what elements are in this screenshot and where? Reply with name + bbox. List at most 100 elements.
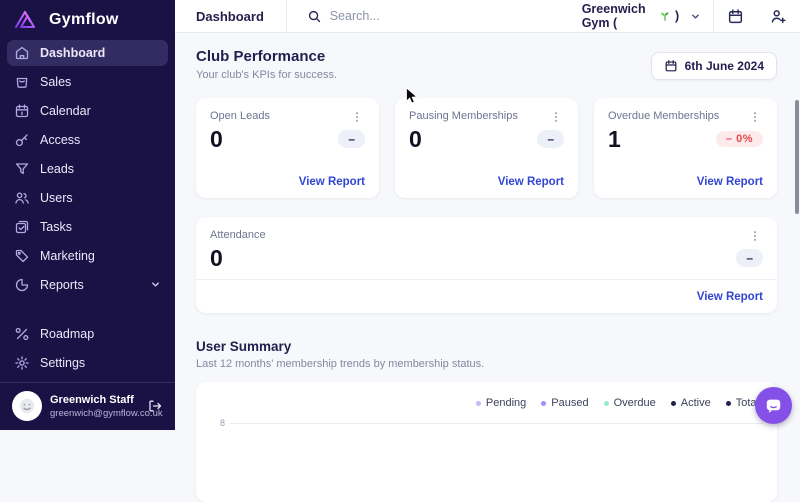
kpi-delta-badge: – bbox=[338, 130, 365, 148]
kpi-delta-badge: – bbox=[537, 130, 564, 148]
user-name: Greenwich Staff bbox=[50, 394, 139, 406]
kebab-menu-icon[interactable] bbox=[548, 110, 564, 124]
sidebar-item-calendar[interactable]: Calendar bbox=[0, 96, 175, 125]
kpi-value: 0 bbox=[210, 127, 223, 151]
add-user-button[interactable] bbox=[757, 8, 800, 25]
sidebar-item-label: Tasks bbox=[40, 220, 72, 234]
search-bar[interactable] bbox=[287, 9, 570, 24]
sidebar-item-settings[interactable]: Settings bbox=[0, 348, 175, 377]
legend-dot bbox=[671, 401, 676, 406]
kpi-value: 0 bbox=[210, 246, 223, 270]
user-summary-subtitle: Last 12 months' membership trends by mem… bbox=[196, 358, 777, 370]
user-account-box[interactable]: Greenwich Staff greenwich@gymflow.co.uk bbox=[0, 382, 175, 430]
legend-dot bbox=[726, 401, 731, 406]
nav-spacer bbox=[0, 299, 175, 319]
sidebar-item-reports[interactable]: Reports bbox=[0, 270, 175, 299]
view-report-link[interactable]: View Report bbox=[498, 176, 564, 188]
legend-item-active[interactable]: Active bbox=[671, 397, 711, 409]
date-picker-button[interactable]: 6th June 2024 bbox=[651, 52, 777, 80]
gymflow-logo-icon bbox=[14, 9, 40, 30]
kpi-title: Attendance bbox=[210, 229, 266, 241]
view-report-link[interactable]: View Report bbox=[299, 176, 365, 188]
kpi-delta-badge: – bbox=[736, 249, 763, 267]
avatar bbox=[12, 391, 42, 421]
kpi-card-open-leads: Open Leads 0 – View Report bbox=[196, 98, 379, 198]
gym-selector-label: Greenwich Gym ( bbox=[582, 2, 655, 30]
chat-widget-button[interactable] bbox=[755, 387, 792, 424]
key-icon bbox=[14, 132, 30, 148]
sidebar: Gymflow Dashboard Sales Calendar Access bbox=[0, 0, 175, 430]
sidebar-item-label: Access bbox=[40, 133, 80, 147]
kpi-value: 1 bbox=[608, 127, 621, 151]
legend-dot bbox=[541, 401, 546, 406]
tasks-icon bbox=[14, 219, 30, 235]
tag-icon bbox=[14, 248, 30, 264]
chart-gridline bbox=[230, 423, 763, 424]
view-report-link[interactable]: View Report bbox=[697, 176, 763, 188]
page-title: Dashboard bbox=[175, 9, 286, 24]
sidebar-item-tasks[interactable]: Tasks bbox=[0, 212, 175, 241]
legend-dot bbox=[604, 401, 609, 406]
sidebar-item-label: Settings bbox=[40, 356, 85, 370]
search-input[interactable] bbox=[330, 9, 570, 23]
date-picker-label: 6th June 2024 bbox=[685, 59, 764, 73]
kpi-title: Open Leads bbox=[210, 110, 270, 122]
view-report-link[interactable]: View Report bbox=[697, 291, 763, 303]
search-icon bbox=[307, 9, 322, 24]
user-summary-title: User Summary bbox=[196, 339, 777, 354]
main-content: Club Performance Your club's KPIs for su… bbox=[175, 34, 800, 430]
legend-item-paused[interactable]: Paused bbox=[541, 397, 588, 409]
sidebar-item-sales[interactable]: Sales bbox=[0, 67, 175, 96]
gear-icon bbox=[14, 355, 30, 371]
legend-dot bbox=[476, 401, 481, 406]
kpi-card-overdue-memberships: Overdue Memberships 1 – 0% View Report bbox=[594, 98, 777, 198]
gym-selector-label-suffix: ) bbox=[675, 9, 679, 23]
sidebar-item-label: Calendar bbox=[40, 104, 91, 118]
kpi-card-attendance: Attendance 0 – View Report bbox=[196, 217, 777, 313]
card-divider bbox=[196, 279, 777, 280]
legend-item-overdue[interactable]: Overdue bbox=[604, 397, 656, 409]
kpi-card-pausing-memberships: Pausing Memberships 0 – View Report bbox=[395, 98, 578, 198]
brand-header: Gymflow bbox=[0, 0, 175, 36]
gym-selector[interactable]: Greenwich Gym ( ) bbox=[570, 2, 713, 30]
chart-y-axis: 8 bbox=[196, 418, 777, 428]
calendar-button[interactable] bbox=[714, 8, 757, 25]
sidebar-item-users[interactable]: Users bbox=[0, 183, 175, 212]
topbar: Dashboard Greenwich Gym ( ) bbox=[175, 0, 800, 33]
sidebar-item-dashboard[interactable]: Dashboard bbox=[7, 40, 168, 66]
sidebar-item-marketing[interactable]: Marketing bbox=[0, 241, 175, 270]
logout-icon[interactable] bbox=[147, 398, 163, 414]
sidebar-nav: Dashboard Sales Calendar Access Leads bbox=[0, 36, 175, 377]
kpi-title: Overdue Memberships bbox=[608, 110, 719, 122]
sidebar-item-label: Roadmap bbox=[40, 327, 94, 341]
sidebar-item-label: Dashboard bbox=[40, 46, 105, 60]
legend-label: Pending bbox=[486, 397, 526, 409]
user-email: greenwich@gymflow.co.uk bbox=[50, 408, 139, 419]
sidebar-item-label: Leads bbox=[40, 162, 74, 176]
brand-name: Gymflow bbox=[49, 11, 119, 29]
sidebar-item-roadmap[interactable]: Roadmap bbox=[0, 319, 175, 348]
kpi-delta-badge: – 0% bbox=[716, 131, 763, 147]
seedling-icon bbox=[659, 10, 671, 22]
chart-legend: Pending Paused Overdue Active Total bbox=[196, 382, 777, 409]
calendar-icon bbox=[14, 103, 30, 119]
users-icon bbox=[14, 190, 30, 206]
funnel-icon bbox=[14, 161, 30, 177]
legend-item-pending[interactable]: Pending bbox=[476, 397, 526, 409]
kpi-title: Pausing Memberships bbox=[409, 110, 518, 122]
home-icon bbox=[14, 45, 30, 61]
legend-label: Overdue bbox=[614, 397, 656, 409]
sidebar-item-leads[interactable]: Leads bbox=[0, 154, 175, 183]
legend-item-total[interactable]: Total bbox=[726, 397, 759, 409]
kebab-menu-icon[interactable] bbox=[349, 110, 365, 124]
user-summary-header: User Summary Last 12 months' membership … bbox=[196, 339, 777, 370]
kebab-menu-icon[interactable] bbox=[747, 229, 763, 243]
user-meta: Greenwich Staff greenwich@gymflow.co.uk bbox=[50, 394, 139, 419]
user-summary-chart-card: Pending Paused Overdue Active Total 8 bbox=[196, 382, 777, 502]
club-performance-header: Club Performance Your club's KPIs for su… bbox=[196, 48, 777, 81]
sidebar-item-access[interactable]: Access bbox=[0, 125, 175, 154]
legend-label: Active bbox=[681, 397, 711, 409]
sidebar-item-label: Reports bbox=[40, 278, 84, 292]
scrollbar-thumb[interactable] bbox=[795, 100, 799, 214]
kebab-menu-icon[interactable] bbox=[747, 110, 763, 124]
